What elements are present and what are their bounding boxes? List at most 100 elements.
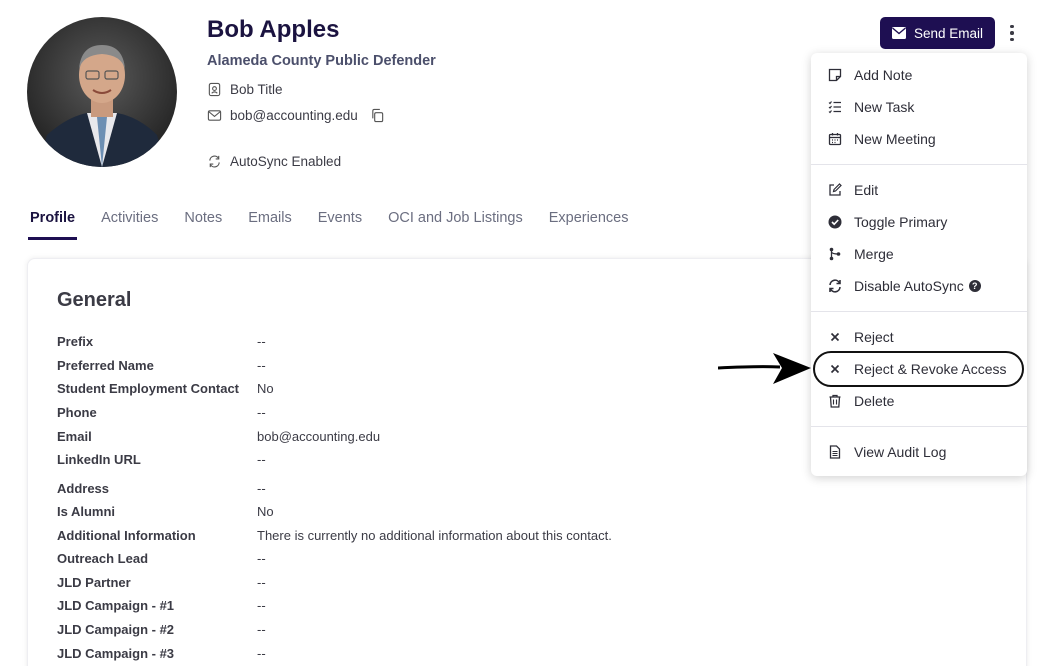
envelope-icon xyxy=(207,110,222,121)
field-value: -- xyxy=(257,551,266,566)
field-row: LinkedIn URL -- xyxy=(57,452,266,467)
menu-item-add-note[interactable]: Add Note xyxy=(811,59,1027,91)
tab-emails[interactable]: Emails xyxy=(248,210,292,240)
field-row: Prefix -- xyxy=(57,334,266,349)
menu-divider xyxy=(811,426,1027,427)
autosync-status-row: AutoSync Enabled xyxy=(207,154,341,169)
tab-activities[interactable]: Activities xyxy=(101,210,158,240)
field-label: Prefix xyxy=(57,334,94,349)
field-label: Phone xyxy=(57,405,97,420)
field-value: -- xyxy=(257,598,266,613)
field-value: There is currently no additional informa… xyxy=(257,528,612,543)
help-icon[interactable]: ? xyxy=(968,280,981,292)
field-value: -- xyxy=(257,575,266,590)
menu-item-delete[interactable]: Delete xyxy=(811,385,1027,417)
menu-item-new-meeting[interactable]: New Meeting xyxy=(811,123,1027,155)
contact-name: Bob Apples xyxy=(207,16,340,43)
contact-title: Bob Title xyxy=(230,82,283,97)
field-value: -- xyxy=(257,358,266,373)
tab-oci-job-listings[interactable]: OCI and Job Listings xyxy=(388,210,523,240)
trash-icon xyxy=(827,393,843,409)
send-email-button[interactable]: Send Email xyxy=(880,17,995,49)
envelope-icon xyxy=(891,27,906,39)
contact-email[interactable]: bob@accounting.edu xyxy=(230,108,358,123)
menu-divider xyxy=(811,164,1027,165)
general-heading: General xyxy=(57,289,132,311)
menu-item-label: Edit xyxy=(854,182,879,198)
field-row: JLD Campaign - #3 -- xyxy=(57,646,266,661)
pointer-arrow-icon xyxy=(718,353,811,384)
field-row: Outreach Lead -- xyxy=(57,551,266,566)
highlight-outline xyxy=(813,351,1024,387)
field-value: -- xyxy=(257,646,266,661)
send-email-label: Send Email xyxy=(913,25,984,41)
menu-item-label: Disable AutoSync xyxy=(854,278,964,294)
field-label: Is Alumni xyxy=(57,504,116,519)
menu-item-disable-autosync[interactable]: Disable AutoSync ? xyxy=(811,270,1027,302)
field-label: JLD Campaign - #1 xyxy=(57,598,175,613)
contact-avatar xyxy=(27,17,177,167)
field-label: JLD Campaign - #2 xyxy=(57,622,175,637)
sync-icon xyxy=(209,155,220,168)
menu-item-label: View Audit Log xyxy=(854,444,947,460)
menu-item-new-task[interactable]: New Task xyxy=(811,91,1027,123)
field-row: Preferred Name -- xyxy=(57,358,266,373)
field-value[interactable]: bob@accounting.edu xyxy=(257,429,380,444)
field-row: Student Employment Contact No xyxy=(57,381,274,396)
field-row: Phone -- xyxy=(57,405,266,420)
field-value: -- xyxy=(257,481,266,496)
field-value: No xyxy=(257,381,274,396)
field-row: JLD Campaign - #2 -- xyxy=(57,622,266,637)
tab-experiences[interactable]: Experiences xyxy=(549,210,629,240)
field-row: Address -- xyxy=(57,481,266,496)
menu-item-label: Toggle Primary xyxy=(854,214,948,230)
field-value: -- xyxy=(257,334,266,349)
field-label: Outreach Lead xyxy=(57,551,149,566)
field-value: -- xyxy=(257,452,266,467)
menu-item-merge[interactable]: Merge xyxy=(811,238,1027,270)
x-icon xyxy=(827,329,843,345)
menu-item-label: Delete xyxy=(854,393,895,409)
menu-item-label: Reject xyxy=(854,329,894,345)
field-label: JLD Campaign - #3 xyxy=(57,646,175,661)
document-icon xyxy=(827,444,843,460)
field-row: JLD Partner -- xyxy=(57,575,266,590)
menu-item-label: New Task xyxy=(854,99,915,115)
menu-item-view-audit-log[interactable]: View Audit Log xyxy=(811,436,1027,468)
more-actions-kebab-icon[interactable] xyxy=(1005,22,1019,44)
contact-email-row: bob@accounting.edu xyxy=(207,108,385,123)
field-row: Additional Information There is currently… xyxy=(57,528,612,543)
field-value: -- xyxy=(257,405,266,420)
tab-notes[interactable]: Notes xyxy=(184,210,222,240)
menu-item-label: Add Note xyxy=(854,67,913,83)
merge-icon xyxy=(827,246,843,262)
autosync-status: AutoSync Enabled xyxy=(230,154,342,169)
note-icon xyxy=(827,67,843,83)
field-label: Address xyxy=(57,481,110,496)
field-row: Email bob@accounting.edu xyxy=(57,429,380,444)
menu-item-reject[interactable]: Reject xyxy=(811,321,1027,353)
contact-title-row: Bob Title xyxy=(207,82,283,97)
field-label: Email xyxy=(57,429,92,444)
edit-icon xyxy=(827,182,843,198)
task-list-icon xyxy=(827,99,843,115)
field-label: Additional Information xyxy=(57,528,196,543)
menu-divider xyxy=(811,311,1027,312)
id-badge-icon xyxy=(208,82,221,97)
sync-icon xyxy=(827,278,843,294)
tab-events[interactable]: Events xyxy=(318,210,362,240)
field-label: Preferred Name xyxy=(57,358,154,373)
field-value: No xyxy=(257,504,274,519)
menu-item-toggle-primary[interactable]: Toggle Primary xyxy=(811,206,1027,238)
copy-icon[interactable] xyxy=(370,108,385,123)
field-row: JLD Campaign - #1 -- xyxy=(57,598,266,613)
menu-item-edit[interactable]: Edit xyxy=(811,174,1027,206)
field-row: Is Alumni No xyxy=(57,504,274,519)
field-label: JLD Partner xyxy=(57,575,131,590)
tab-profile[interactable]: Profile xyxy=(27,210,78,240)
field-value: -- xyxy=(257,622,266,637)
contact-organization: Alameda County Public Defender xyxy=(207,53,436,69)
profile-tabs: Profile Activities Notes Emails Events O… xyxy=(27,210,655,240)
field-label: LinkedIn URL xyxy=(57,452,141,467)
actions-dropdown-menu: Add Note New Task New Meeting Edit Toggl… xyxy=(811,53,1027,476)
